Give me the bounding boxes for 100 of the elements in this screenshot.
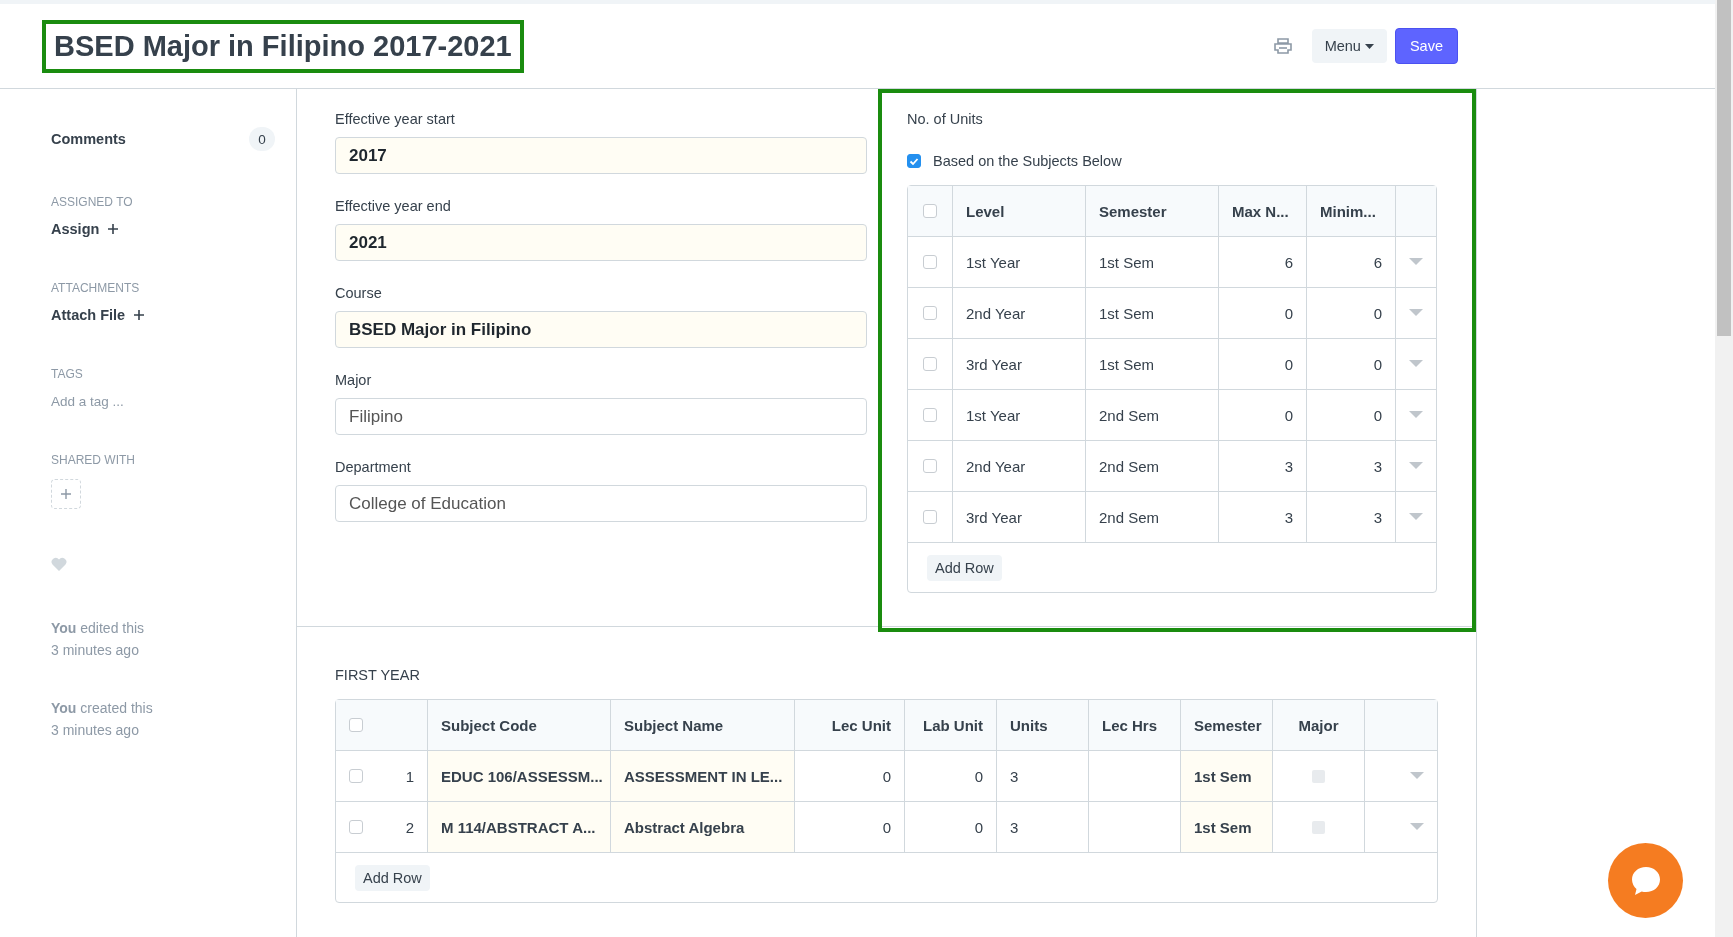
menu-button[interactable]: Menu <box>1311 29 1387 63</box>
table-cell: 1st Sem <box>1086 288 1219 338</box>
table-cell: 2nd Sem <box>1086 441 1219 491</box>
table-cell: 0 <box>1307 288 1396 338</box>
table-cell: 6 <box>1307 237 1396 287</box>
field-label: Major <box>335 372 373 388</box>
add-row-button[interactable]: Add Row <box>927 555 1002 581</box>
scrollbar-thumb[interactable] <box>1717 0 1731 336</box>
table-cell: 1st Sem <box>1086 339 1219 389</box>
section-heading: TAGS <box>51 367 84 381</box>
caret-icon[interactable] <box>1409 513 1423 521</box>
column-header: Level <box>953 186 1086 236</box>
print-icon[interactable] <box>1273 38 1292 54</box>
caret-icon[interactable] <box>1409 411 1423 419</box>
field-label: Effective year start <box>335 111 456 127</box>
table-cell: 0 <box>882 767 891 785</box>
row-checkbox[interactable] <box>923 306 937 320</box>
plus-icon <box>107 223 120 235</box>
page-title: BSED Major in Filipino 2017-2021 <box>42 19 524 73</box>
caret-icon[interactable] <box>1409 360 1423 368</box>
select-all-checkbox[interactable] <box>349 718 363 732</box>
activity-entry: You created this 3 minutes ago <box>51 699 154 740</box>
table-cell: 0 <box>1219 288 1307 338</box>
table-cell: ASSESSMENT IN LE... <box>624 767 783 785</box>
column-header: Units <box>997 700 1089 750</box>
caret-icon[interactable] <box>1409 309 1423 317</box>
column-header: Max N... <box>1219 186 1307 236</box>
attach-file-link[interactable]: Attach File <box>51 307 126 323</box>
row-checkbox[interactable] <box>923 459 937 473</box>
column-header: Lec Unit <box>795 700 905 750</box>
row-checkbox[interactable] <box>349 820 363 834</box>
table-cell: 1st Sem <box>1086 237 1219 287</box>
column-header: Subject Name <box>611 700 795 750</box>
table-cell: EDUC 106/ASSESSM... <box>441 767 603 785</box>
caret-icon[interactable] <box>1409 258 1423 266</box>
column-header: Lab Unit <box>905 700 997 750</box>
plus-icon <box>60 488 72 500</box>
assign-link[interactable]: Assign <box>51 221 100 237</box>
input-field[interactable]: College of Education <box>335 485 867 522</box>
table-cell: 1st Sem <box>1194 767 1252 785</box>
select-all-checkbox[interactable] <box>923 204 937 218</box>
table-cell: 3 <box>1219 441 1307 491</box>
table-cell: 3 <box>1307 492 1396 542</box>
checkbox[interactable] <box>907 154 921 168</box>
field-label: Effective year end <box>335 198 452 214</box>
table-cell: 0 <box>1219 390 1307 440</box>
comment-count: 0 <box>249 127 275 151</box>
table-cell: 0 <box>974 818 983 836</box>
column-header: Semester <box>1086 186 1219 236</box>
table-cell: 3 <box>1010 818 1019 836</box>
caret-icon <box>1364 43 1374 49</box>
share-button[interactable] <box>51 479 81 509</box>
table-cell: 0 <box>882 818 891 836</box>
plus-icon <box>133 309 146 321</box>
checkbox-label: Based on the Subjects Below <box>933 153 1122 169</box>
table-cell: 0 <box>1307 390 1396 440</box>
save-button[interactable]: Save <box>1394 28 1458 64</box>
column-header: Lec Hrs <box>1089 700 1181 750</box>
section-title: FIRST YEAR <box>335 667 421 683</box>
row-checkbox[interactable] <box>923 408 937 422</box>
row-checkbox[interactable] <box>349 769 363 783</box>
table-cell: 3 <box>1219 492 1307 542</box>
column-header: Subject Code <box>428 700 611 750</box>
table-cell: M 114/ABSTRACT A... <box>441 818 596 836</box>
input-field[interactable]: BSED Major in Filipino <box>335 311 867 348</box>
caret-icon[interactable] <box>1410 823 1424 831</box>
input-field[interactable]: Filipino <box>335 398 867 435</box>
row-number: 1 <box>405 767 414 785</box>
column-header: Semester <box>1181 700 1273 750</box>
input-field[interactable]: 2021 <box>335 224 867 261</box>
table-cell: 0 <box>974 767 983 785</box>
table-cell: 3 <box>1307 441 1396 491</box>
table-cell: Abstract Algebra <box>624 818 745 836</box>
row-number: 2 <box>405 818 414 836</box>
caret-icon[interactable] <box>1410 772 1424 780</box>
add-row-button[interactable]: Add Row <box>355 865 430 891</box>
caret-icon[interactable] <box>1409 462 1423 470</box>
table-cell: 0 <box>1219 339 1307 389</box>
table-cell: 2nd Year <box>953 441 1086 491</box>
table-cell: 3rd Year <box>953 492 1086 542</box>
row-checkbox[interactable] <box>923 255 937 269</box>
row-checkbox[interactable] <box>923 510 937 524</box>
section-heading: SHARED WITH <box>51 453 136 467</box>
table-cell: 3rd Year <box>953 339 1086 389</box>
table-cell: 1st Sem <box>1194 818 1252 836</box>
section-heading: ATTACHMENTS <box>51 281 141 295</box>
table-cell: 0 <box>1307 339 1396 389</box>
section-title: No. of Units <box>907 111 983 127</box>
field-label: Department <box>335 459 412 475</box>
activity-entry: You edited this 3 minutes ago <box>51 619 146 660</box>
section-heading: ASSIGNED TO <box>51 195 134 209</box>
row-checkbox[interactable] <box>923 357 937 371</box>
column-header: Minim... <box>1307 186 1396 236</box>
input-field[interactable]: 2017 <box>335 137 867 174</box>
table-cell: 2nd Year <box>953 288 1086 338</box>
heart-icon[interactable] <box>51 557 67 571</box>
table-cell: 2nd Sem <box>1086 390 1219 440</box>
table-cell: 6 <box>1219 237 1307 287</box>
comments-label: Comments <box>51 131 126 147</box>
column-header: Major <box>1273 700 1365 750</box>
